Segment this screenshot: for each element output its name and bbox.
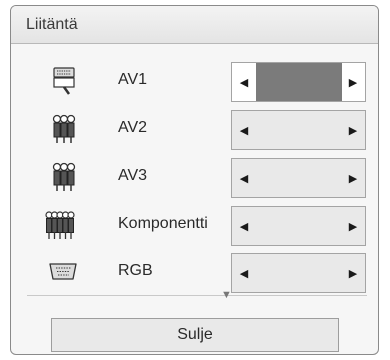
input-value: [256, 111, 342, 149]
input-value: [256, 63, 342, 101]
component-connector-icon: [45, 211, 75, 239]
input-selector[interactable]: ◀ ▶: [231, 110, 366, 150]
input-value: [256, 207, 342, 245]
arrow-left-icon[interactable]: ◀: [232, 111, 256, 149]
input-label: AV3: [118, 167, 148, 184]
rca-av-connector-icon: [52, 114, 76, 143]
arrow-left-icon[interactable]: ◀: [232, 159, 256, 197]
input-row-av3[interactable]: AV3 ◀ ▶: [11, 156, 378, 198]
arrow-right-icon[interactable]: ▶: [341, 63, 365, 101]
input-selector[interactable]: ◀ ▶: [231, 62, 366, 102]
arrow-right-icon[interactable]: ▶: [341, 111, 365, 149]
rca-av-connector-icon: [52, 162, 76, 191]
input-dialog: Liitäntä AV1 ◀ ▶ AV2 ◀ ▶ AV3 ◀ ▶ Kompone…: [10, 5, 379, 355]
list-divider: [27, 295, 367, 296]
scart-connector-icon: [53, 67, 75, 95]
input-row-av1[interactable]: AV1 ◀ ▶: [11, 60, 378, 102]
input-row-komponentti[interactable]: Komponentti ◀ ▶: [11, 204, 378, 246]
input-label: RGB: [118, 262, 153, 279]
arrow-right-icon[interactable]: ▶: [341, 207, 365, 245]
scroll-down-icon[interactable]: ▼: [221, 289, 232, 301]
input-label: AV1: [118, 71, 148, 88]
input-selector[interactable]: ◀ ▶: [231, 253, 366, 293]
close-button[interactable]: Sulje: [51, 318, 339, 352]
arrow-left-icon[interactable]: ◀: [232, 207, 256, 245]
input-label: Komponentti: [118, 215, 208, 232]
input-selector[interactable]: ◀ ▶: [231, 206, 366, 246]
input-selector[interactable]: ◀ ▶: [231, 158, 366, 198]
arrow-right-icon[interactable]: ▶: [341, 254, 365, 292]
dialog-titlebar: Liitäntä: [11, 6, 378, 44]
input-row-rgb[interactable]: RGB ◀ ▶: [11, 251, 378, 293]
input-row-av2[interactable]: AV2 ◀ ▶: [11, 108, 378, 150]
input-value: [256, 159, 342, 197]
input-label: AV2: [118, 119, 148, 136]
arrow-left-icon[interactable]: ◀: [232, 254, 256, 292]
arrow-left-icon[interactable]: ◀: [232, 63, 256, 101]
dialog-title: Liitäntä: [26, 16, 78, 33]
arrow-right-icon[interactable]: ▶: [341, 159, 365, 197]
input-value: [256, 254, 342, 292]
vga-connector-icon: [49, 263, 77, 280]
